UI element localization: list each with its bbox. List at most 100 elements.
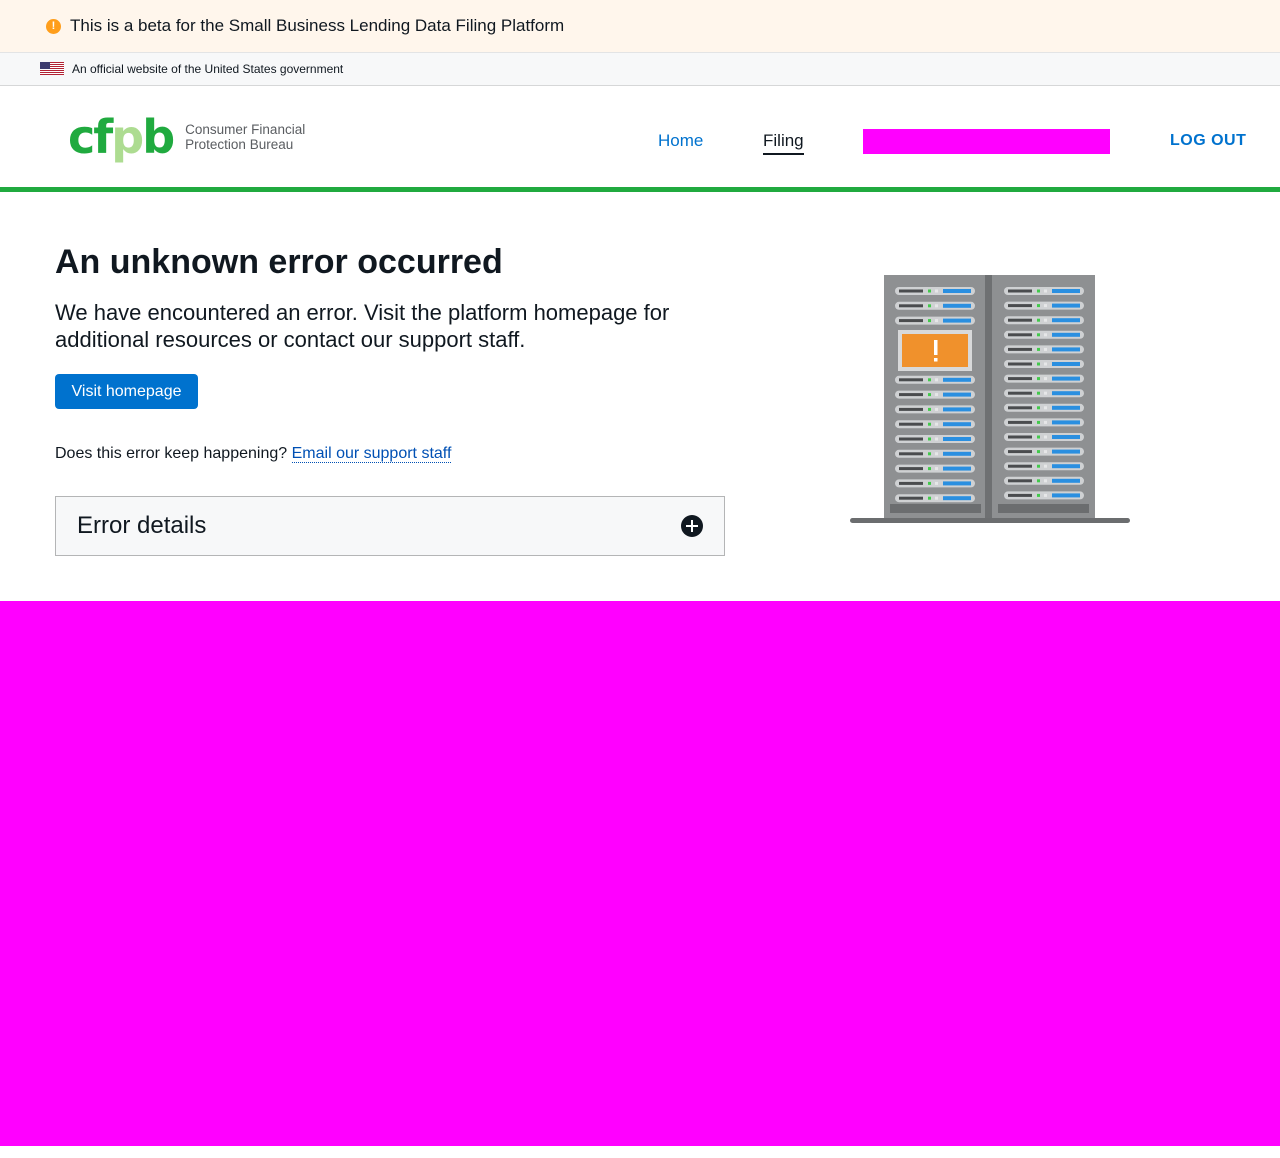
server-unit: [1008, 377, 1032, 381]
server-unit: [943, 422, 971, 427]
server-unit: [943, 377, 971, 382]
server-unit: [943, 318, 971, 323]
server-unit: [899, 319, 923, 323]
beta-banner: ! This is a beta for the Small Business …: [0, 0, 1280, 53]
server-unit: [1008, 406, 1032, 410]
server-unit: [1008, 333, 1032, 337]
server-unit: [935, 437, 938, 441]
server-unit: [1052, 391, 1080, 396]
server-unit: [1037, 406, 1040, 410]
server-unit: [1052, 303, 1080, 308]
server-unit: [943, 289, 971, 293]
nav-home-link[interactable]: Home: [658, 131, 703, 151]
server-unit: [1052, 289, 1080, 293]
error-details-label: Error details: [77, 512, 207, 539]
server-unit: [928, 437, 931, 441]
alert-exclamation-dot: [934, 358, 938, 362]
server-unit: [1052, 435, 1080, 439]
server-unit: [943, 481, 971, 486]
server-unit: [1044, 450, 1047, 454]
server-unit: [1052, 449, 1080, 454]
server-unit: [899, 452, 923, 456]
server-unit: [935, 467, 938, 471]
server-unit: [899, 407, 923, 411]
server-unit: [1044, 304, 1047, 308]
server-unit: [899, 378, 923, 382]
server-unit: [899, 437, 923, 441]
email-support-link[interactable]: Email our support staff: [291, 445, 452, 463]
server-unit: [1008, 347, 1032, 351]
server-unit: [1037, 464, 1040, 468]
site-header: cfpb Consumer Financial Protection Burea…: [0, 86, 1280, 192]
server-unit: [928, 289, 931, 293]
server-unit: [1052, 464, 1080, 469]
server-unit: [935, 378, 938, 382]
nav-filing-link[interactable]: Filing: [763, 131, 804, 155]
server-unit: [1052, 405, 1080, 410]
server-unit: [928, 304, 931, 308]
server-unit: [1037, 420, 1040, 424]
server-unit: [1044, 347, 1047, 351]
server-unit: [1037, 304, 1040, 308]
server-unit: [1008, 304, 1032, 308]
server-unit: [1044, 406, 1047, 410]
server-unit: [1037, 493, 1040, 497]
plus-circle-icon[interactable]: [681, 515, 703, 537]
server-unit: [1037, 333, 1040, 337]
logout-link[interactable]: LOG OUT: [1170, 132, 1246, 150]
server-unit: [1052, 493, 1080, 498]
server-unit: [943, 451, 971, 456]
server-unit: [943, 303, 971, 308]
server-unit: [1052, 376, 1080, 381]
server-unit: [928, 407, 931, 411]
server-unit: [928, 452, 931, 456]
server-unit: [899, 422, 923, 426]
server-unit: [943, 392, 971, 397]
server-unit: [1008, 420, 1032, 424]
warning-icon: !: [46, 18, 61, 34]
server-unit: [1037, 289, 1040, 293]
server-unit: [928, 319, 931, 323]
rack-base: [850, 518, 1130, 523]
server-rack-error-illustration: [850, 275, 1130, 523]
server-unit: [1008, 450, 1032, 454]
server-unit: [1044, 420, 1047, 424]
server-unit: [1037, 435, 1040, 439]
server-unit: [1008, 479, 1032, 483]
server-unit: [943, 496, 971, 501]
cfpb-logo[interactable]: cfpb Consumer Financial Protection Burea…: [68, 114, 305, 160]
server-unit: [1008, 464, 1032, 468]
server-unit: [1037, 450, 1040, 454]
server-unit: [899, 481, 923, 485]
redacted-region: [0, 601, 1280, 1146]
alert-exclamation-bar: [934, 340, 938, 355]
server-unit: [935, 289, 938, 293]
server-unit: [928, 496, 931, 500]
logo-text-line1: Consumer Financial: [185, 122, 306, 137]
error-details-expander[interactable]: Error details: [55, 496, 725, 556]
server-unit: [1044, 377, 1047, 381]
server-unit: [1044, 289, 1047, 293]
server-unit: [943, 466, 971, 471]
server-unit: [1044, 435, 1047, 439]
error-description: We have encountered an error. Visit the …: [55, 300, 670, 352]
server-unit: [1037, 391, 1040, 395]
gov-banner: An official website of the United States…: [0, 53, 1280, 86]
server-unit: [899, 467, 923, 471]
server-unit: [1008, 318, 1032, 322]
server-unit: [1037, 377, 1040, 381]
beta-banner-text: This is a beta for the Small Business Le…: [70, 16, 565, 35]
server-unit: [935, 481, 938, 485]
server-unit: [1044, 362, 1047, 366]
server-unit: [935, 407, 938, 411]
server-unit: [1052, 420, 1080, 425]
server-unit: [935, 452, 938, 456]
redacted-region: [863, 129, 1110, 154]
gov-banner-text: An official website of the United States…: [72, 62, 344, 76]
visit-homepage-button[interactable]: Visit homepage: [55, 374, 198, 409]
server-unit: [1008, 362, 1032, 366]
server-unit: [1008, 493, 1032, 497]
server-unit: [1044, 333, 1047, 337]
server-unit: [928, 481, 931, 485]
server-unit: [1037, 479, 1040, 483]
